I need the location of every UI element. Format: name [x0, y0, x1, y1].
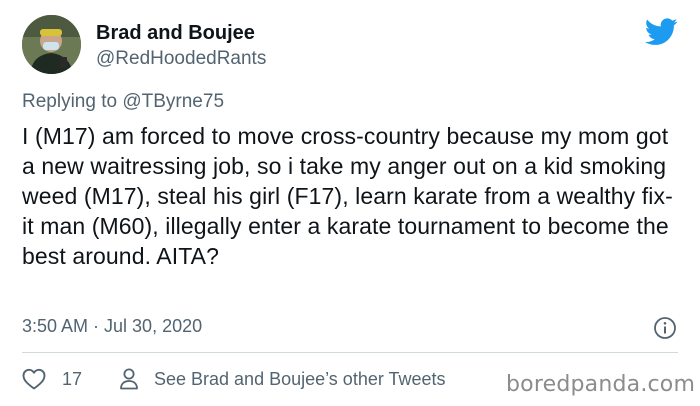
person-icon[interactable]	[118, 367, 140, 391]
twitter-bird-icon[interactable]	[645, 18, 678, 46]
avatar-image	[22, 15, 81, 74]
see-other-tweets-link[interactable]: See Brad and Boujee’s other Tweets	[154, 369, 446, 390]
tweet-timestamp[interactable]: 3:50 AM · Jul 30, 2020	[22, 316, 202, 337]
author-display-name[interactable]: Brad and Boujee	[96, 22, 255, 45]
watermark: boredpanda.com	[506, 372, 696, 397]
replying-to-prefix: Replying to	[22, 91, 123, 112]
info-icon[interactable]	[653, 316, 677, 340]
divider	[22, 352, 678, 353]
tweet-card: Brad and Boujee @RedHoodedRants Replying…	[0, 0, 700, 406]
heart-icon[interactable]	[22, 368, 46, 390]
reply-mention-link[interactable]: @TByrne75	[122, 91, 224, 112]
replying-to-line: Replying to @TByrne75	[22, 91, 224, 113]
tweet-text: I (M17) am forced to move cross-country …	[22, 123, 673, 269]
avatar[interactable]	[22, 15, 81, 74]
like-count[interactable]: 17	[62, 369, 82, 390]
author-handle[interactable]: @RedHoodedRants	[96, 48, 266, 70]
